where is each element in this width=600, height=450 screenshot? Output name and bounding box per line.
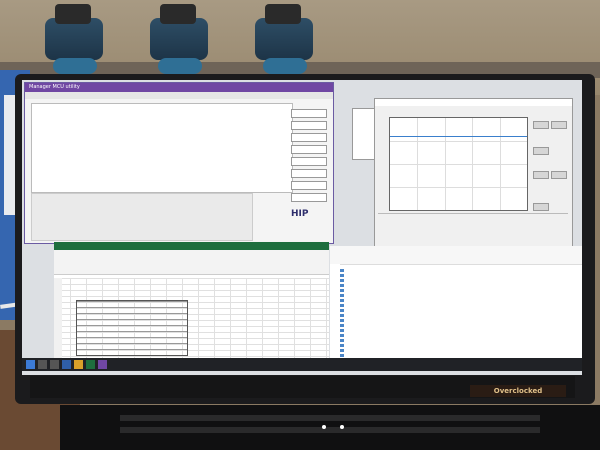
input-area[interactable]	[31, 193, 253, 241]
field-7[interactable]	[291, 181, 327, 190]
chart-button-2[interactable]	[551, 121, 567, 129]
window-tabs[interactable]	[25, 92, 333, 99]
row-headers	[54, 278, 62, 367]
spreadsheet-title-bar	[54, 242, 329, 250]
keyboard	[60, 405, 600, 450]
chart-options[interactable]	[378, 213, 568, 244]
edge-icon[interactable]	[62, 360, 71, 369]
search-icon[interactable]	[38, 360, 47, 369]
taskview-icon[interactable]	[50, 360, 59, 369]
motor-1	[45, 4, 103, 74]
spreadsheet-window	[54, 242, 329, 367]
chart-button-1[interactable]	[533, 121, 549, 129]
window-title: Manager MCU utility	[25, 83, 333, 92]
chart-button-6[interactable]	[533, 203, 549, 211]
taskbar	[22, 358, 582, 371]
chart-button-4[interactable]	[533, 171, 549, 179]
field-8[interactable]	[291, 193, 327, 202]
chart-controls	[531, 113, 569, 223]
device-manager-window	[330, 246, 582, 367]
chart-button-5[interactable]	[551, 171, 567, 179]
app-icon[interactable]	[98, 360, 107, 369]
brand-plate: Overclocked	[470, 385, 566, 397]
field-3[interactable]	[291, 133, 327, 142]
excel-icon[interactable]	[86, 360, 95, 369]
field-5[interactable]	[291, 157, 327, 166]
explorer-nav	[330, 264, 340, 367]
start-icon[interactable]	[26, 360, 35, 369]
indicator-led-1	[322, 425, 326, 429]
chart-window	[374, 98, 573, 248]
folder-icon[interactable]	[74, 360, 83, 369]
field-4[interactable]	[291, 145, 327, 154]
log-area	[31, 103, 293, 193]
chart-button-3[interactable]	[533, 147, 549, 155]
indicator-led-2	[340, 425, 344, 429]
field-2[interactable]	[291, 121, 327, 130]
explorer-toolbar[interactable]	[330, 246, 582, 265]
motor-3	[255, 4, 313, 74]
device-list	[340, 268, 430, 368]
field-1[interactable]	[291, 109, 327, 118]
plot-area	[389, 117, 528, 211]
plot-trace	[390, 136, 527, 137]
chart-window-title	[375, 99, 572, 106]
mcu-utility-window: Manager MCU utility HIP	[24, 82, 334, 244]
spreadsheet-ribbon[interactable]	[54, 250, 329, 275]
motor-2	[150, 4, 208, 74]
field-6[interactable]	[291, 169, 327, 178]
company-logo: HIP	[291, 209, 309, 219]
spreadsheet-table	[76, 300, 188, 356]
